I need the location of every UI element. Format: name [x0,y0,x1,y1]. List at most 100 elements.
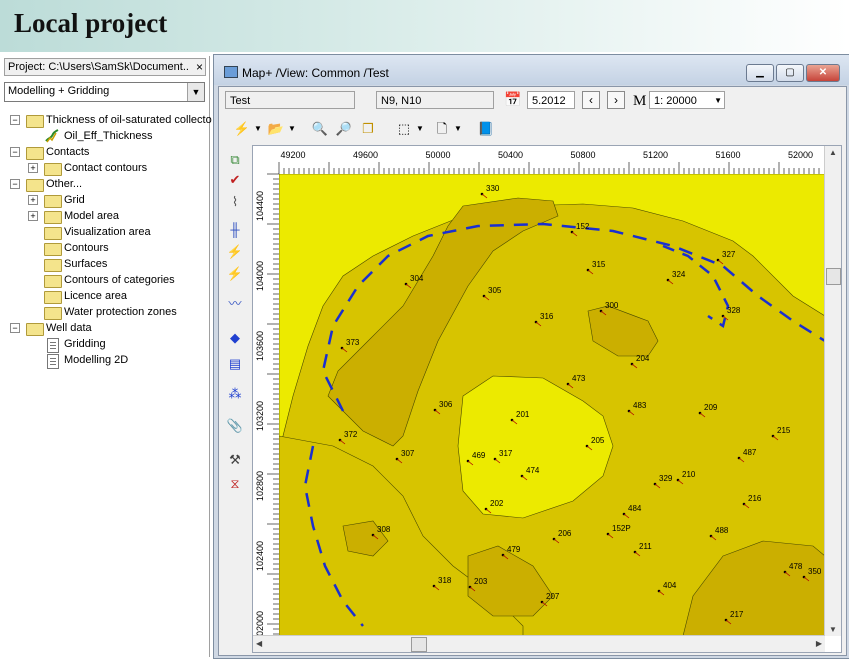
recalc-icon[interactable]: ⚡ [224,263,246,285]
well-label: 203 [474,577,488,586]
map-view[interactable]: 49200 49600 50000 50400 50800 51200 51600 52000… [252,145,842,653]
tree-item[interactable]: + Contact contours [0,160,209,176]
y-axis-tick-label: 102000 [255,611,265,636]
y-axis-tick-label: 104400 [255,191,265,221]
tree-item[interactable]: Surfaces [0,256,209,272]
expand-icon[interactable]: + [28,195,38,205]
close-icon[interactable]: × [196,59,203,75]
tree-item-label: Gridding [64,338,106,350]
window-titlebar[interactable]: Map+ /View: Common /Test ▁ ▢ ✕ [214,55,849,85]
zoom-icon[interactable]: 🔍 [311,120,329,138]
tree-item[interactable]: + Grid [0,192,209,208]
collapse-icon[interactable]: − [10,179,20,189]
lightning-icon[interactable]: ⚡ [233,120,251,138]
check-icon[interactable]: ✔ [224,169,246,191]
close-button[interactable]: ✕ [806,64,840,82]
wells-field[interactable]: N9, N10 [376,91,494,109]
tree-item[interactable]: − Contacts [0,144,209,160]
contour-map-icon [44,129,60,143]
tree-item[interactable]: Licence area [0,288,209,304]
well-label: 152P [612,524,631,533]
well-label: 211 [639,542,652,551]
tree-item[interactable]: Oil_Eff_Thickness [0,128,209,144]
horizontal-scrollbar[interactable]: ◀ ▶ [253,635,825,652]
grid-lightning-icon[interactable]: ⚡ [224,241,246,263]
well-label: 207 [546,592,560,601]
scroll-right-icon[interactable]: ▶ [816,639,822,648]
map-canvas[interactable]: 49200 49600 50000 50400 50800 51200 51600 52000… [253,146,825,636]
next-date-button[interactable]: › [607,91,625,109]
vertical-scroll-thumb[interactable] [826,268,841,285]
well-label: 473 [572,374,586,383]
tree-item[interactable]: Contours of categories [0,272,209,288]
well-label: 327 [722,250,736,259]
y-axis-tick-label: 102800 [255,471,265,501]
date-field[interactable]: 5.2012 [527,91,575,109]
well-table-icon[interactable]: ▤ [224,353,246,375]
tree-item[interactable]: Modelling 2D [0,352,209,369]
tree-item[interactable]: Visualization area [0,224,209,240]
tree-item[interactable]: − Thickness of oil-saturated collecto [0,112,212,128]
prev-date-button[interactable]: ‹ [582,91,600,109]
folder-icon [26,323,44,336]
x-axis-tick-label: 51200 [643,150,668,160]
collapse-icon[interactable]: − [10,115,20,125]
well-label: 483 [633,401,647,410]
well-icon[interactable]: ╫ [224,219,246,241]
well-label-icon[interactable]: ◆ [224,327,246,349]
expand-icon[interactable]: + [28,163,38,173]
tree-item-label: Visualization area [64,226,151,238]
x-axis-tick-label: 49200 [280,150,305,160]
calendar-icon[interactable]: 📅 [504,91,522,109]
layers-icon[interactable]: ❐ [359,120,377,138]
well-label: 328 [727,306,741,315]
map-name-field[interactable]: Test [225,91,355,109]
scroll-down-icon[interactable]: ▼ [829,625,837,634]
collapse-icon[interactable]: − [10,323,20,333]
chevron-down-icon[interactable]: ▼ [416,120,424,138]
book-icon[interactable]: 📘 [477,120,495,138]
folder-icon [44,259,62,272]
section-icon[interactable]: ⧖ [224,473,246,495]
view-mode-value: Modelling + Gridding [8,85,110,97]
view-mode-select[interactable]: Modelling + Gridding ▼ [4,82,205,102]
vertical-scrollbar[interactable]: ▲ ▼ [824,146,841,636]
open-folder-icon[interactable]: 📂 [267,120,285,138]
layers-edit-icon[interactable]: ⧉ [224,149,246,171]
tree-item[interactable]: − Other... [0,176,209,192]
scroll-left-icon[interactable]: ◀ [256,639,262,648]
well-label: 478 [789,562,803,571]
maximize-button[interactable]: ▢ [776,64,804,82]
antenna-icon[interactable]: ⌇ [224,191,246,213]
well-label: 210 [682,470,696,479]
chevron-down-icon[interactable]: ▼ [454,120,462,138]
tree-item[interactable]: Contours [0,240,209,256]
paperclip-icon[interactable]: 📎 [224,415,246,437]
tree-item[interactable]: + Model area [0,208,209,224]
horizontal-scroll-thumb[interactable] [411,637,427,652]
select-icon[interactable]: ⬚ [395,120,413,138]
well-marker-icon[interactable]: ⁂ [224,383,246,405]
contour-tool-icon[interactable]: 〰 [224,293,246,315]
well-label: 318 [438,576,452,585]
scroll-up-icon[interactable]: ▲ [829,148,837,157]
chevron-down-icon[interactable]: ▼ [187,83,204,101]
scale-select[interactable]: 1: 20000 ▼ [649,91,725,109]
well-label: 304 [410,274,424,283]
profile-tool-icon[interactable]: ⚒ [224,449,246,471]
tree-item[interactable]: Gridding [0,336,209,353]
chevron-down-icon[interactable]: ▼ [254,120,262,138]
folder-icon [44,275,62,288]
well-label: 469 [472,451,486,460]
well-label: 305 [488,286,502,295]
zoom-window-icon[interactable]: 🔎 [335,120,353,138]
expand-icon[interactable]: + [28,211,38,221]
tree-item[interactable]: Water protection zones [0,304,209,320]
new-page-icon[interactable]: 🗋 [433,120,451,138]
well-label: 350 [808,567,822,576]
tree-item[interactable]: − Well data [0,320,209,336]
minimize-button[interactable]: ▁ [746,64,774,82]
collapse-icon[interactable]: − [10,147,20,157]
chevron-down-icon[interactable]: ▼ [288,120,296,138]
well-label: 487 [743,448,757,457]
